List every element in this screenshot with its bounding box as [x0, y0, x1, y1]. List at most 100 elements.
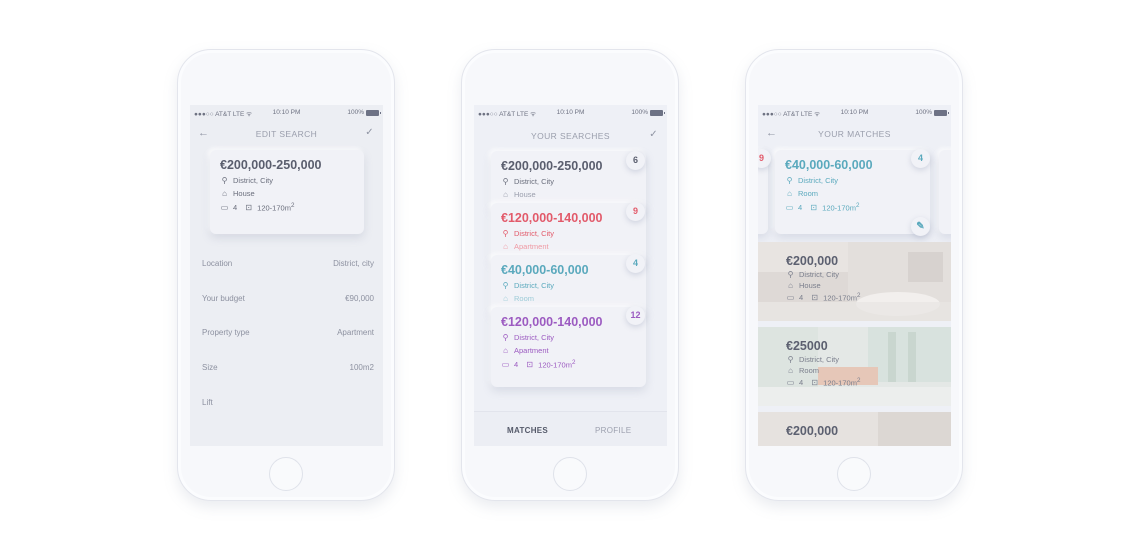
tab-profile[interactable]: PROFILE — [595, 426, 631, 435]
battery-icon — [366, 109, 381, 116]
type-text: Apartment — [514, 242, 549, 251]
home-button[interactable] — [837, 457, 871, 491]
location-text: District, City — [799, 355, 839, 364]
row-label: Location — [202, 259, 233, 268]
nav-bar: ← EDIT SEARCH ✓ — [190, 127, 383, 143]
area-icon: ⊡ — [810, 202, 818, 212]
battery-icon — [650, 109, 665, 116]
card-location: ⚲ District, City — [501, 333, 636, 342]
card-specs: ▭ 4 ⊡ 120-170m2 — [501, 359, 636, 370]
card-type: ⌂ Apartment — [501, 242, 636, 251]
phone-edit-search: ●●●○○ AT&T LTE ᯤ 10:10 PM 100% ← EDIT SE… — [177, 49, 395, 501]
page-title: YOUR SEARCHES — [531, 131, 610, 141]
card-location: ⚲ District, City — [501, 229, 636, 238]
card-price: €120,000-140,000 — [501, 315, 603, 329]
status-bar: ●●●○○ AT&T LTE ᯤ 10:10 PM 100% — [190, 105, 383, 119]
size-sup: 2 — [856, 377, 861, 384]
card-type: ⌂ House — [501, 190, 636, 199]
size-text: 120-170m2 — [538, 359, 575, 370]
location-text: District, City — [799, 270, 839, 279]
pencil-icon[interactable]: ✎ — [911, 217, 930, 236]
type-text: Room — [514, 294, 535, 303]
home-icon: ⌂ — [503, 242, 508, 251]
location-text: District, City — [514, 177, 554, 186]
location-pin-icon: ⚲ — [787, 270, 794, 279]
listing-card[interactable]: €25000 ⚲ District, City ⌂ Room ▭ 4 ⊡ 120-170m… — [758, 327, 951, 406]
location-pin-icon: ⚲ — [502, 177, 509, 186]
bed-icon: ▭ — [786, 292, 795, 302]
size-value: 120-170m — [823, 293, 857, 303]
size-text: 120-170m2 — [823, 292, 860, 303]
battery-status: 100% — [347, 109, 381, 116]
battery-status: 100% — [631, 109, 665, 116]
listing-price: €200,000 — [786, 254, 839, 268]
listing-specs: ▭ 4 ⊡ 120-170m2 — [786, 377, 861, 388]
row-label: Size — [202, 363, 218, 372]
location-pin-icon: ⚲ — [221, 176, 228, 185]
home-icon: ⌂ — [787, 189, 792, 198]
card-location: ⚲ District, City — [220, 176, 354, 185]
nav-bar: ← YOUR MATCHES — [758, 127, 951, 143]
location-pin-icon: ⚲ — [787, 355, 794, 364]
card-price: €40,000-60,000 — [501, 263, 589, 277]
bed-icon: ▭ — [220, 202, 229, 212]
home-icon: ⌂ — [503, 294, 508, 303]
home-icon: ⌂ — [788, 366, 793, 375]
bed-icon: ▭ — [786, 377, 795, 387]
check-icon[interactable]: ✓ — [649, 129, 658, 140]
row-value: District, city — [333, 259, 374, 268]
row-value: 100m2 — [349, 363, 374, 372]
listing-location: ⚲ District, City — [786, 355, 860, 364]
search-card[interactable]: €40,000-60,000 ⚲ District, City ⌂ Room — [491, 255, 646, 315]
check-icon[interactable]: ✓ — [365, 127, 374, 138]
beds-text: 4 — [798, 202, 803, 212]
location-text: District, City — [514, 229, 554, 238]
listing-info: €25000 ⚲ District, City ⌂ Room ▭ 4 ⊡ 120-170m… — [786, 339, 860, 388]
home-icon: ⌂ — [788, 281, 793, 290]
listing-specs: ▭ 4 ⊡ 120-170m2 — [786, 292, 861, 303]
listing-info: €200,000 ⚲ District, City ⌂ House ▭ 4 ⊡ 120-1… — [786, 254, 860, 303]
search-card[interactable]: €200,000-250,000 ⚲ District, City ⌂ House … — [210, 150, 364, 234]
size-sup: 2 — [290, 202, 295, 209]
size-sup: 2 — [571, 359, 576, 366]
size-value: 120-170m — [538, 360, 572, 370]
home-button[interactable] — [269, 457, 303, 491]
page-title: YOUR MATCHES — [818, 129, 891, 139]
match-card[interactable]: €40,000-60,000 ⚲ District, City ⌂ Room ▭ 4 ⊡… — [775, 150, 930, 234]
tab-matches[interactable]: MATCHES — [507, 426, 548, 435]
count-badge: 6 — [626, 151, 645, 170]
search-card[interactable]: €120,000-140,000 ⚲ District, City ⌂ Apartm… — [491, 307, 646, 387]
size-value: 120-170m — [823, 378, 857, 388]
size-sup: 2 — [855, 202, 860, 209]
listing-card[interactable]: €200,000 — [758, 412, 951, 446]
battery-icon — [934, 109, 949, 116]
location-text: District, City — [514, 281, 554, 290]
listing-card[interactable]: €200,000 ⚲ District, City ⌂ House ▭ 4 ⊡ 120-1… — [758, 242, 951, 321]
card-type: ⌂ Apartment — [501, 346, 636, 355]
search-card[interactable]: €200,000-250,000 ⚲ District, City ⌂ House — [491, 151, 646, 211]
home-button[interactable] — [553, 457, 587, 491]
search-card[interactable]: €120,000-140,000 ⚲ District, City ⌂ Apartm… — [491, 203, 646, 263]
card-price: €200,000-250,000 — [220, 158, 322, 172]
page-title: EDIT SEARCH — [255, 129, 318, 139]
home-icon: ⌂ — [503, 346, 508, 355]
card-location: ⚲ District, City — [501, 281, 636, 290]
row-value: Apartment — [337, 328, 374, 337]
count-badge: 4 — [626, 254, 645, 273]
peek-card-right[interactable] — [939, 150, 951, 234]
card-location: ⚲ District, City — [501, 177, 636, 186]
type-text: Room — [798, 189, 819, 198]
type-text: House — [799, 281, 821, 290]
battery-percent: 100% — [347, 109, 364, 116]
area-icon: ⊡ — [811, 377, 819, 387]
size-text: 120-170m2 — [822, 202, 859, 213]
location-text: District, City — [514, 333, 554, 342]
type-text: Room — [799, 366, 820, 375]
beds-text: 4 — [799, 292, 804, 302]
card-specs: ▭ 4 ⊡ 120-170m2 — [220, 202, 354, 213]
card-specs: ▭ 4 ⊡ 120-170m2 — [785, 202, 920, 213]
location-pin-icon: ⚲ — [502, 229, 509, 238]
screen-edit-search: ●●●○○ AT&T LTE ᯤ 10:10 PM 100% ← EDIT SE… — [190, 105, 383, 446]
area-icon: ⊡ — [245, 202, 253, 212]
size-text: 120-170m2 — [257, 202, 294, 213]
